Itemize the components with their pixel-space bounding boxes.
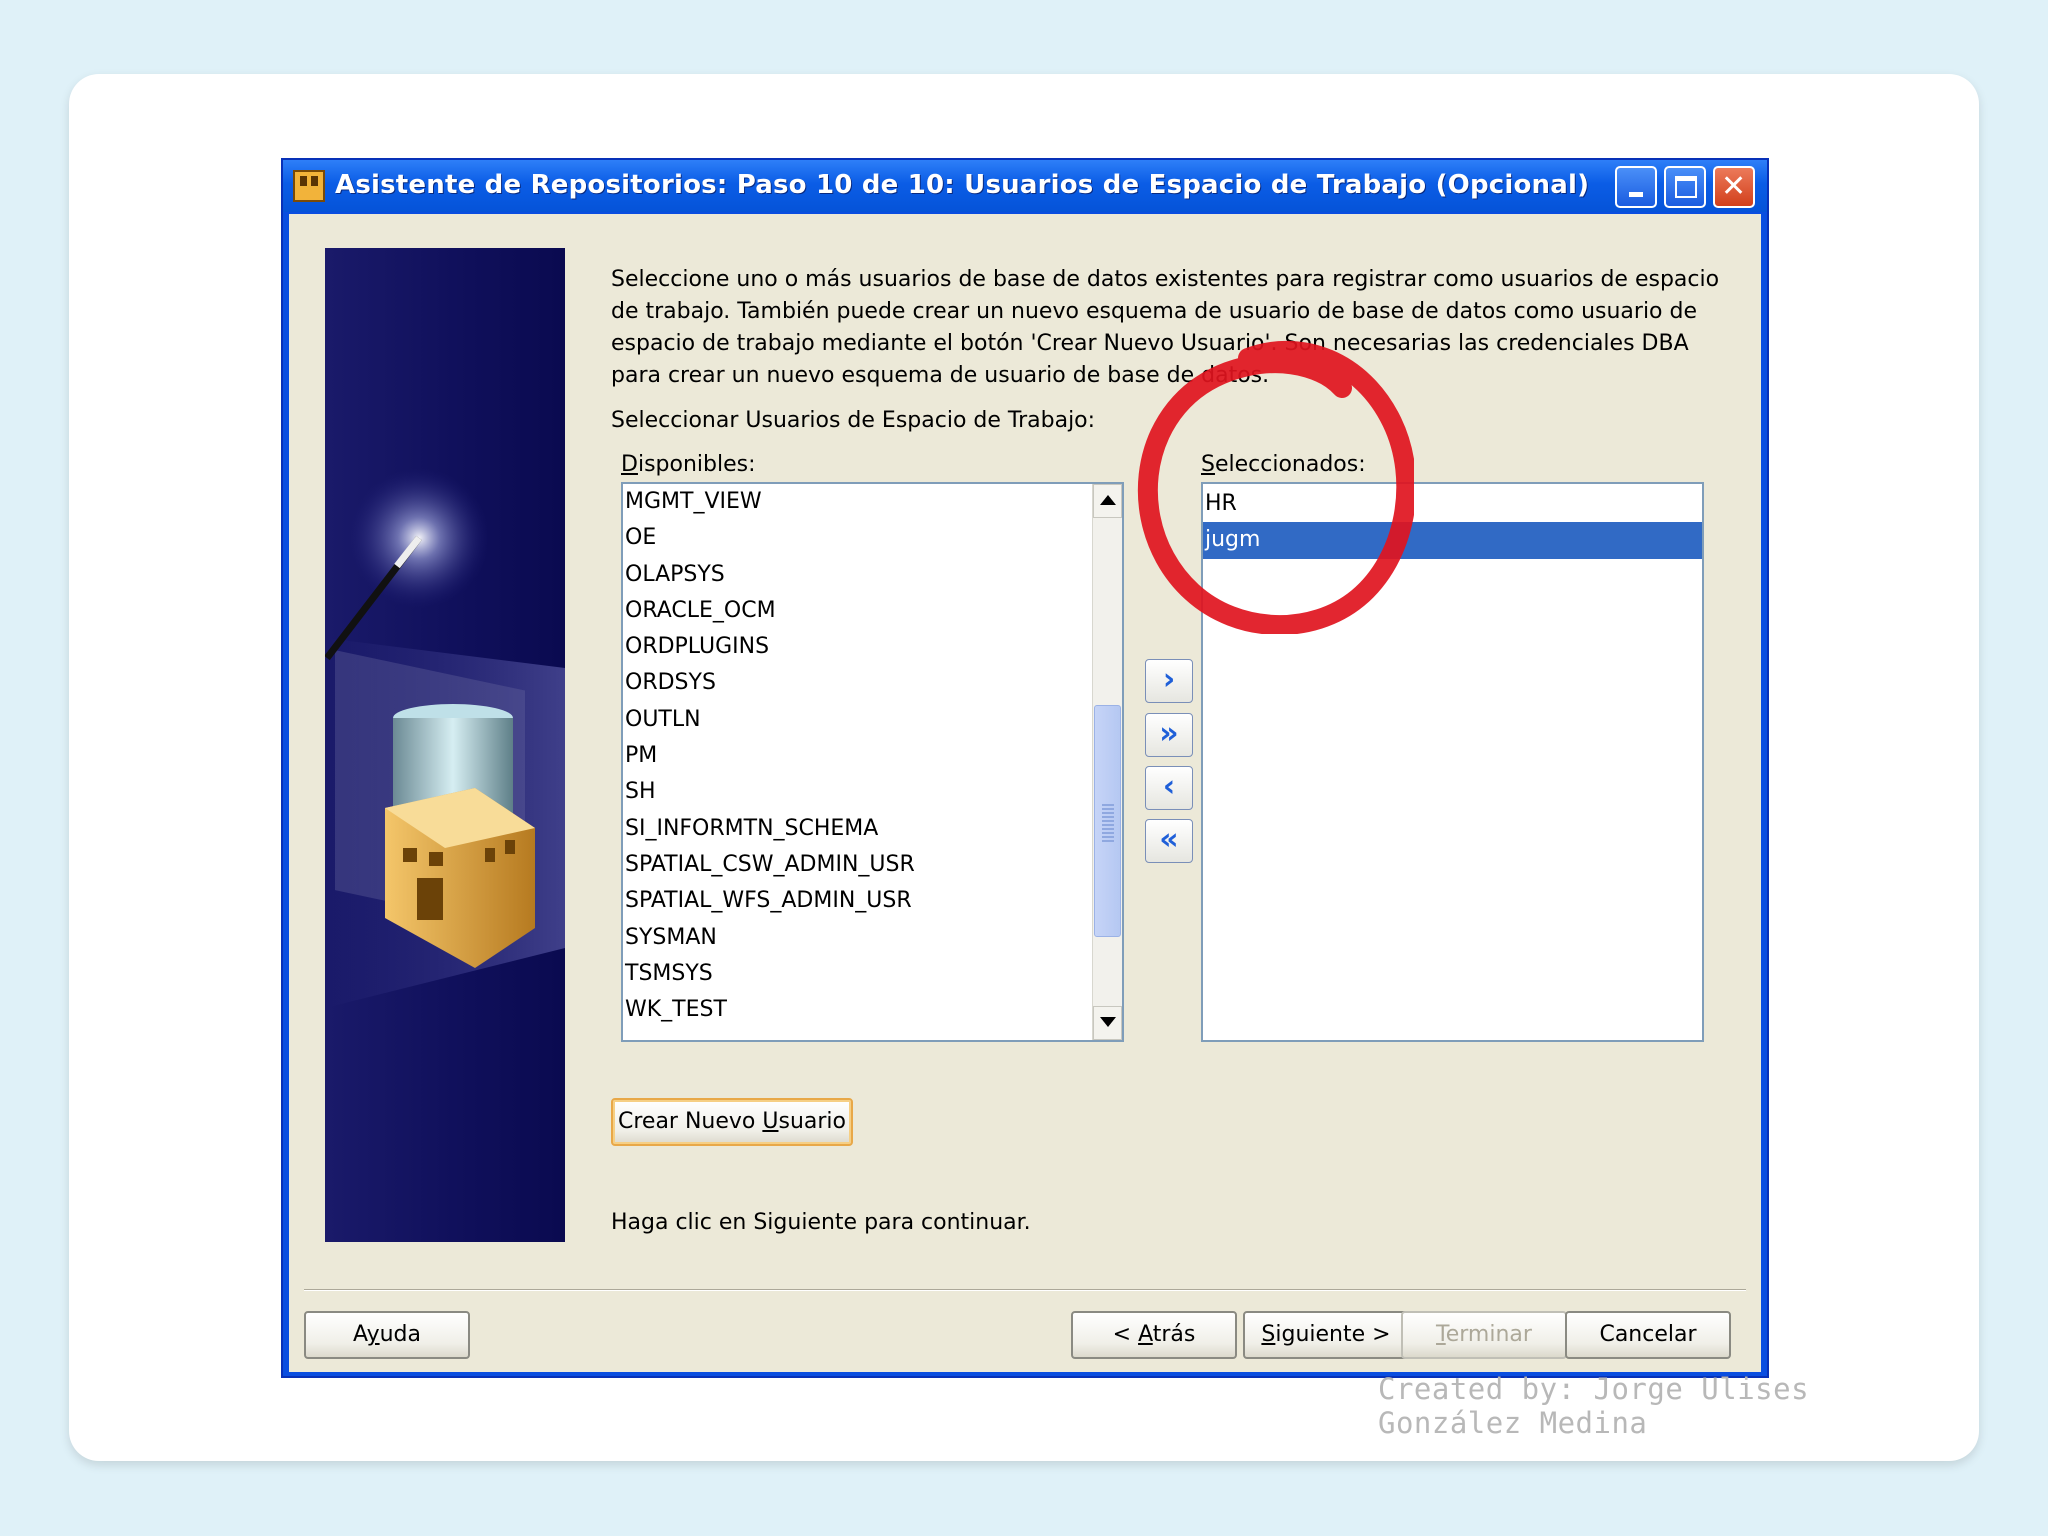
remove-all-button[interactable]: « [1145,819,1193,863]
selected-label-rest: eleccionados: [1214,452,1366,477]
list-item[interactable]: OUTLN [623,702,1122,738]
watermark: Created by: Jorge Ulises González Medina [1378,1372,1809,1440]
list-item[interactable]: MGMT_VIEW [623,484,1122,520]
minimize-button[interactable] [1615,166,1657,208]
create-new-user-button[interactable]: Crear Nuevo Usuario [611,1098,853,1146]
available-scrollbar[interactable] [1092,484,1122,1040]
available-label-mnemonic: D [621,452,638,477]
list-item[interactable]: ORDSYS [623,665,1122,701]
maximize-icon [1675,176,1697,198]
available-items: MGMT_VIEW OE OLAPSYS ORACLE_OCM ORDPLUGI… [623,484,1122,1028]
list-item[interactable]: SI_INFORMTN_SCHEMA [623,811,1122,847]
selected-label-mnemonic: S [1201,452,1215,477]
back-label-a: < [1112,1322,1139,1347]
finish-label-b: erminar [1445,1322,1532,1347]
window-title: Asistente de Repositorios: Paso 10 de 10… [335,170,1590,200]
close-button[interactable]: ✕ [1713,166,1755,208]
back-label-b: trás [1152,1322,1196,1347]
minimize-icon [1629,192,1643,197]
scroll-down-button[interactable] [1093,1006,1122,1040]
list-item[interactable]: PM [623,738,1122,774]
app-icon [293,170,325,202]
grip-icon [1102,802,1114,842]
help-label-b: uda [379,1322,421,1347]
help-button[interactable]: Ayuda [304,1311,470,1359]
list-item[interactable]: SH [623,774,1122,810]
continue-hint: Haga clic en Siguiente para continuar. [611,1210,1031,1235]
list-item[interactable]: OE [623,520,1122,556]
list-item[interactable]: ORDPLUGINS [623,629,1122,665]
select-users-label: Seleccionar Usuarios de Espacio de Traba… [611,408,1096,433]
description-text: Seleccione uno o más usuarios de base de… [611,267,1720,388]
list-item[interactable]: ORACLE_OCM [623,593,1122,629]
finish-label-mnemonic: T [1436,1322,1446,1347]
available-users-list[interactable]: MGMT_VIEW OE OLAPSYS ORACLE_OCM ORDPLUGI… [621,482,1124,1042]
available-label-rest: isponibles: [637,452,756,477]
cancel-button[interactable]: Cancelar [1565,1311,1731,1359]
next-label-mnemonic: S [1261,1322,1276,1347]
footer-separator [304,1289,1746,1291]
dialog-client: Seleccione uno o más usuarios de base de… [289,214,1761,1372]
finish-button: Terminar [1401,1311,1567,1359]
selected-items: HR jugm [1203,484,1702,559]
wizard-illustration [325,468,565,1008]
watermark-line-2: González Medina [1378,1406,1648,1440]
close-icon: ✕ [1721,169,1747,204]
next-label-b: iguiente > [1275,1322,1391,1347]
scrollbar-thumb[interactable] [1094,705,1121,937]
wizard-side-image [325,248,565,1242]
list-item[interactable]: OLAPSYS [623,557,1122,593]
add-all-button[interactable]: » [1145,713,1193,757]
wizard-window: Asistente de Repositorios: Paso 10 de 10… [281,158,1769,1378]
list-item[interactable]: TSMSYS [623,956,1122,992]
selected-label: Seleccionados: [1201,452,1366,477]
list-item[interactable]: HR [1203,486,1702,522]
arrow-down-icon [1100,1017,1116,1027]
scroll-up-button[interactable] [1093,484,1122,518]
create-label-b: suario [778,1109,846,1134]
selected-users-list[interactable]: HR jugm [1201,482,1704,1042]
help-label-a: A [353,1322,367,1347]
create-label-mnemonic: U [762,1109,779,1134]
help-label-mnemonic: y [366,1322,380,1347]
list-item[interactable]: SYSMAN [623,920,1122,956]
arrow-up-icon [1100,495,1116,505]
watermark-line-1: Created by: Jorge Ulises [1378,1372,1810,1406]
back-label-mnemonic: A [1138,1322,1153,1347]
add-selected-button[interactable]: › [1145,659,1193,703]
list-item[interactable]: SPATIAL_CSW_ADMIN_USR [623,847,1122,883]
next-button[interactable]: Siguiente > [1243,1311,1409,1359]
create-label-a: Crear Nuevo [617,1109,763,1134]
back-button[interactable]: < Atrás [1071,1311,1237,1359]
list-item[interactable]: SPATIAL_WFS_ADMIN_USR [623,883,1122,919]
available-label: Disponibles: [621,452,756,477]
title-bar[interactable]: Asistente de Repositorios: Paso 10 de 10… [283,160,1767,212]
remove-selected-button[interactable]: ‹ [1145,766,1193,810]
list-item-selected[interactable]: jugm [1203,522,1702,559]
list-item[interactable]: WK_TEST [623,992,1122,1028]
maximize-button[interactable] [1664,166,1706,208]
